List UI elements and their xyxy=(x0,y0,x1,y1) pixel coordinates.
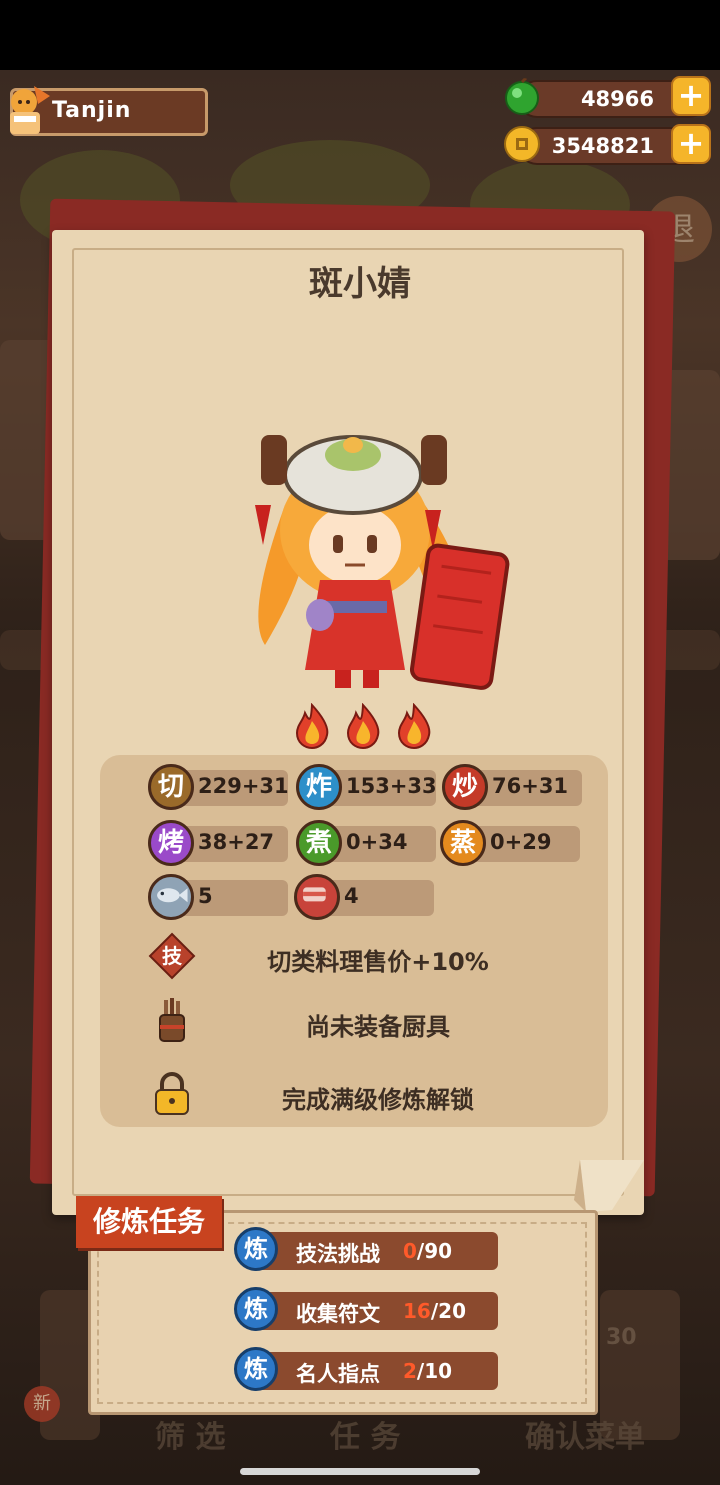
stat-value: 153+33 xyxy=(346,774,437,798)
task-collect-runes[interactable]: 炼 收集符文 16/20 xyxy=(234,1287,498,1331)
stat-boil: 煮 0+34 xyxy=(296,820,438,866)
flame-icon xyxy=(397,703,431,749)
refine-icon: 炼 xyxy=(234,1227,278,1271)
roast-skill-icon: 烤 xyxy=(148,820,194,866)
gem-amount: 48966 xyxy=(580,87,654,111)
task-label: 名人指点 xyxy=(296,1362,380,1386)
skill-diamond-icon: 技 xyxy=(148,932,196,980)
skill-icon-char: 技 xyxy=(162,944,183,968)
training-title: 修炼任务 xyxy=(76,1196,222,1248)
add-gems-button[interactable]: + xyxy=(671,76,711,116)
utensil-holder-icon xyxy=(159,998,185,1042)
lock-icon xyxy=(155,1072,189,1115)
cut-skill-icon: 切 xyxy=(148,764,194,810)
filter-button[interactable]: 筛 选 xyxy=(155,1412,225,1456)
boil-skill-icon: 煮 xyxy=(296,820,342,866)
home-indicator[interactable] xyxy=(240,1468,480,1475)
player-avatar-icon[interactable] xyxy=(4,82,54,138)
locked-row: 完成满级修炼解锁 xyxy=(148,1070,608,1120)
stat-fry: 炸 153+33 xyxy=(296,764,438,810)
steam-skill-icon: 蒸 xyxy=(440,820,486,866)
task-label: 技法挑战 xyxy=(296,1242,380,1266)
refine-icon: 炼 xyxy=(234,1287,278,1331)
rarity-flames xyxy=(293,703,433,749)
locked-hint: 完成满级修炼解锁 xyxy=(282,1086,474,1114)
task-technique-challenge[interactable]: 炼 技法挑战 0/90 xyxy=(234,1227,498,1271)
fry-skill-icon: 炸 xyxy=(296,764,342,810)
task-label: 收集符文 xyxy=(296,1302,380,1326)
background-count: 30 xyxy=(606,1325,637,1350)
task-progress: 0/90 xyxy=(403,1239,453,1263)
stat-fish: 5 xyxy=(148,874,290,920)
stat-value: 5 xyxy=(198,884,213,908)
stat-value: 76+31 xyxy=(492,774,569,798)
gold-coin-icon xyxy=(504,126,540,162)
task-progress: 2/10 xyxy=(403,1359,453,1383)
flame-icon xyxy=(295,703,329,749)
stat-steam: 蒸 0+29 xyxy=(440,820,582,866)
equipment-status: 尚未装备厨具 xyxy=(306,1013,450,1041)
chef-character-portrait xyxy=(255,435,510,690)
task-button[interactable]: 任 务 xyxy=(330,1412,400,1456)
stat-value: 4 xyxy=(344,884,359,908)
stat-value: 0+34 xyxy=(346,830,408,854)
skill-row: 技 切类料理售价+10% xyxy=(148,932,608,982)
stirfry-skill-icon: 炒 xyxy=(442,764,488,810)
fish-ingredient-icon xyxy=(148,874,194,920)
stat-value: 38+27 xyxy=(198,830,275,854)
stat-roast: 烤 38+27 xyxy=(148,820,290,866)
flame-icon xyxy=(346,703,380,749)
confirm-menu-button[interactable]: 确认菜单 xyxy=(525,1412,645,1456)
stat-value: 0+29 xyxy=(490,830,552,854)
character-name: 斑小婧 xyxy=(309,264,411,304)
refine-icon: 炼 xyxy=(234,1347,278,1391)
player-name: Tanjin xyxy=(52,98,132,123)
green-gem-icon xyxy=(505,78,539,115)
stat-meat: 4 xyxy=(294,874,436,920)
equipment-row[interactable]: 尚未装备厨具 xyxy=(148,997,608,1047)
task-progress: 16/20 xyxy=(403,1299,466,1323)
stat-stirfry: 炒 76+31 xyxy=(442,764,584,810)
skill-description: 切类料理售价+10% xyxy=(267,948,489,976)
task-celebrity-guidance[interactable]: 炼 名人指点 2/10 xyxy=(234,1347,498,1391)
stat-cut: 切 229+31 xyxy=(148,764,290,810)
new-badge: 新 xyxy=(24,1386,60,1422)
add-coins-button[interactable]: + xyxy=(671,124,711,164)
coin-amount: 3548821 xyxy=(551,134,654,158)
stat-value: 229+31 xyxy=(198,774,289,798)
meat-ingredient-icon xyxy=(294,874,340,920)
